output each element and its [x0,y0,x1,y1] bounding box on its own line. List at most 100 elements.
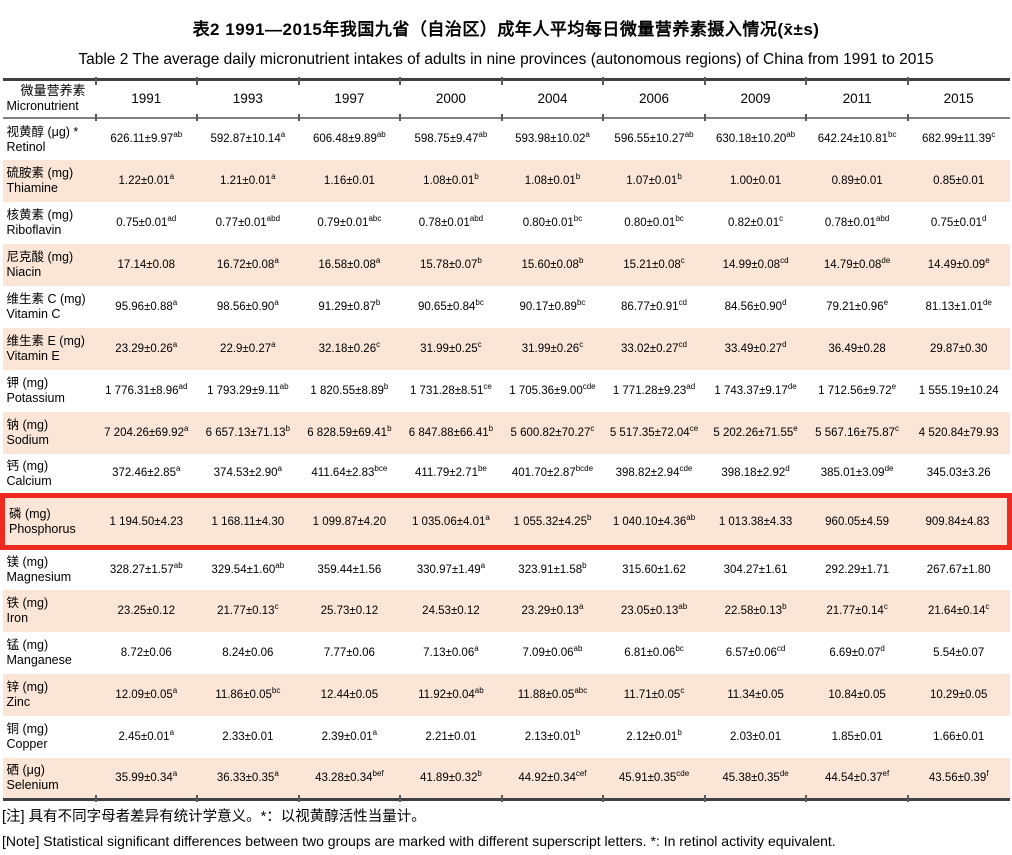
header-micronutrient: 微量营养素 Micronutrient [3,80,96,118]
value: 31.99±0.26 [522,343,579,355]
value-cell: 1.07±0.01b [603,160,705,202]
value: 5 567.16±75.87 [815,427,895,439]
value: 21.64±0.14 [928,605,985,617]
row-label: 铜 (mg)Copper [3,716,96,758]
footnote-zh: [注] 具有不同字母者差异有统计学意义。*：以视黄醇活性当量计。 [2,807,1010,828]
value-cell: 35.99±0.34a [96,758,198,800]
value-cell: 0.75±0.01ad [96,202,198,244]
value-cell: 5 567.16±75.87c [806,412,908,454]
significance-superscript: ab [275,561,284,570]
value-cell: 29.87±0.30 [908,328,1010,370]
significance-superscript: bcde [576,464,593,473]
value-cell: 17.14±0.08 [96,244,198,286]
value-cell: 6 847.88±66.41b [400,412,502,454]
table-title-zh: 表2 1991—2015年我国九省（自治区）成年人平均每日微量营养素摄入情况(x… [0,0,1012,40]
significance-superscript: a [271,172,275,181]
value: 1 776.31±8.96 [105,385,178,397]
table-row-iron: 铁 (mg)Iron23.25±0.1221.77±0.13c25.73±0.1… [3,590,1010,632]
value: 15.60±0.08 [521,259,578,271]
significance-superscript: abc [368,214,381,223]
table-title-en: Table 2 The average daily micronutrient … [0,51,1012,69]
value-cell: 31.99±0.25c [400,328,502,370]
value: 1 040.10±4.36 [613,516,686,528]
value: 1 731.28±8.51 [410,385,483,397]
significance-superscript: a [271,340,275,349]
value-cell: 1 771.28±9.23ad [603,370,705,412]
value: 45.91±0.35 [619,772,676,784]
value: 43.56±0.39 [929,772,986,784]
value-cell: 292.29±1.71 [806,548,908,590]
value-cell: 1.22±0.01a [96,160,198,202]
value-cell: 25.73±0.12 [299,590,401,632]
value-cell: 1 731.28±8.51ce [400,370,502,412]
value-cell: 2.39±0.01a [299,716,401,758]
value: 79.21±0.96 [826,301,883,313]
value: 330.97±1.49 [417,564,481,576]
value: 1.00±0.01 [730,175,781,187]
value: 592.87±10.14 [210,133,280,145]
value-cell: 1 712.56±9.72e [806,370,908,412]
value: 6.57±0.06 [726,647,777,659]
value-cell: 0.85±0.01 [908,160,1010,202]
table-row-calcium: 钙 (mg)Calcium372.46±2.85a374.53±2.90a411… [3,454,1010,496]
value: 0.75±0.01 [116,217,167,229]
value-cell: 1.08±0.01b [502,160,604,202]
row-label-en: Thiamine [7,181,96,196]
value-cell: 98.56±0.90a [197,286,299,328]
value: 1 035.06±4.01 [412,516,485,528]
value: 11.86±0.05 [215,689,272,701]
value-cell: 7 204.26±69.92a [96,412,198,454]
row-label-en: Selenium [7,778,96,793]
value-cell: 36.33±0.35a [197,758,299,800]
value-cell: 95.96±0.88a [96,286,198,328]
row-label-zh: 尼克酸 (mg) [7,249,96,265]
value: 23.25±0.12 [118,605,175,617]
significance-superscript: a [173,769,177,778]
value: 81.13±1.01 [925,301,982,313]
significance-superscript: bce [374,464,387,473]
table-row-copper: 铜 (mg)Copper2.45±0.01a2.33±0.012.39±0.01… [3,716,1010,758]
value-cell: 23.25±0.12 [96,590,198,632]
header-year-1993: 1993 [197,80,299,118]
significance-superscript: a [274,769,278,778]
value-cell: 909.84±4.83 [908,496,1010,548]
table-row-vitamin-e: 维生素 E (mg)Vitamin E23.29±0.26a22.9±0.27a… [3,328,1010,370]
value: 329.54±1.60 [211,564,275,576]
value: 14.79±0.08 [824,259,881,271]
value: 1.16±0.01 [324,175,375,187]
significance-superscript: de [885,464,894,473]
header-micronutrient-en: Micronutrient [7,99,96,114]
value: 14.49±0.09 [928,259,985,271]
value-cell: 1 743.37±9.17de [705,370,807,412]
table-row-phosphorus: 磷 (mg)Phosphorus1 194.50±4.231 168.11±4.… [3,496,1010,548]
value: 31.99±0.25 [420,343,477,355]
significance-superscript: cd [679,340,687,349]
row-label-en: Iron [7,611,96,626]
value: 596.55±10.27 [614,133,684,145]
row-label-zh: 锰 (mg) [7,637,96,653]
value: 398.18±2.92 [721,467,785,479]
value-cell: 1 820.55±8.89b [299,370,401,412]
value: 2.03±0.01 [730,731,781,743]
table-row-niacin: 尼克酸 (mg)Niacin17.14±0.0816.72±0.08a16.58… [3,244,1010,286]
value-cell: 33.02±0.27cd [603,328,705,370]
value: 15.78±0.07 [420,259,477,271]
value: 1 099.87±4.20 [313,516,386,528]
value: 0.78±0.01 [419,217,470,229]
value-cell: 7.09±0.06ab [502,632,604,674]
value: 1 771.28±9.23 [613,385,686,397]
significance-superscript: abd [470,214,483,223]
value: 6 657.13±71.13 [206,427,286,439]
significance-superscript: ab [786,130,795,139]
significance-superscript: cd [777,644,785,653]
value-cell: 81.13±1.01de [908,286,1010,328]
value-cell: 315.60±1.62 [603,548,705,590]
value: 86.77±0.91 [621,301,678,313]
significance-superscript: a [376,256,380,265]
value-cell: 398.82±2.94cde [603,454,705,496]
significance-superscript: abd [876,214,889,223]
significance-superscript: c [779,214,783,223]
header-year-2015: 2015 [908,80,1010,118]
value-cell: 267.67±1.80 [908,548,1010,590]
value: 84.56±0.90 [725,301,782,313]
